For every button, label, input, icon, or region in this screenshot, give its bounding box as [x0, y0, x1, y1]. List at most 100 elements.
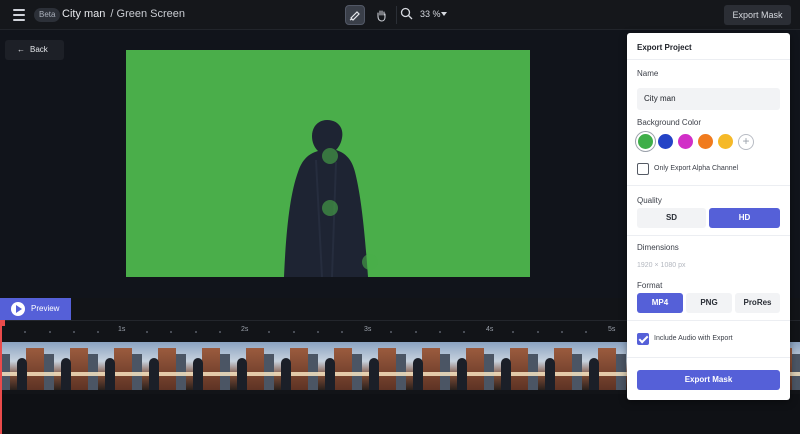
filmstrip-frame [352, 342, 396, 390]
empty-track[interactable] [0, 394, 800, 434]
filmstrip-frame [572, 342, 616, 390]
divider [627, 357, 790, 358]
hand-tool-button[interactable] [371, 5, 391, 25]
ruler-tick [537, 331, 539, 333]
include-audio-label: Include Audio with Export [654, 335, 733, 342]
ruler-label: 4s [486, 326, 494, 333]
hand-icon [376, 9, 386, 22]
brush-icon [349, 11, 360, 21]
filmstrip-frame [396, 342, 440, 390]
filmstrip-frame [88, 342, 132, 390]
ruler-label: 2s [241, 326, 249, 333]
ruler-tick [219, 331, 221, 333]
ruler-tick [439, 331, 441, 333]
filmstrip-frame [264, 342, 308, 390]
quality-sd-button[interactable]: SD [637, 208, 706, 228]
ruler-label: 3s [364, 326, 372, 333]
export-project-panel: Export Project Name City man Background … [627, 33, 790, 400]
playhead-handle[interactable] [0, 320, 5, 326]
page-name: / Green Screen [110, 8, 185, 20]
ruler-label: 5s [608, 326, 616, 333]
preview-label: Preview [31, 304, 60, 313]
mask-point[interactable] [362, 254, 378, 270]
color-swatch[interactable] [698, 134, 713, 149]
quality-label: Quality [637, 196, 662, 205]
back-button[interactable]: ← Back [5, 40, 64, 60]
panel-title: Export Project [637, 43, 692, 52]
app-window: Beta City man / Green Screen 33 % Export … [0, 0, 800, 434]
person-silhouette [284, 120, 368, 277]
divider [627, 320, 790, 321]
top-bar: Beta City man / Green Screen 33 % Export … [0, 0, 800, 30]
dimensions-label: Dimensions [637, 243, 679, 252]
format-prores-button[interactable]: ProRes [735, 293, 780, 313]
ruler-tick [73, 331, 75, 333]
preview-button[interactable]: Preview [0, 298, 71, 320]
include-audio-checkbox[interactable] [637, 333, 649, 345]
dimensions-value: 1920 × 1080 px [637, 262, 686, 269]
video-preview[interactable] [126, 50, 530, 277]
export-mask-button[interactable]: Export Mask [724, 5, 791, 25]
filmstrip-frame [0, 342, 44, 390]
ruler-tick [390, 331, 392, 333]
divider [627, 59, 790, 60]
ruler-tick [195, 331, 197, 333]
ruler-tick [512, 331, 514, 333]
arrow-left-icon: ← [17, 45, 25, 54]
toolbar-divider [396, 6, 397, 24]
filmstrip-frame [528, 342, 572, 390]
filmstrip-frame [792, 342, 800, 390]
format-label: Format [637, 281, 663, 290]
zoom-icon[interactable] [400, 7, 413, 25]
color-swatch[interactable] [718, 134, 733, 149]
ruler-tick [415, 331, 417, 333]
ruler-tick [49, 331, 51, 333]
export-mask-submit-button[interactable]: Export Mask [637, 370, 780, 390]
back-label: Back [30, 45, 48, 54]
filmstrip-frame [44, 342, 88, 390]
ruler-tick [170, 331, 172, 333]
color-swatch[interactable] [658, 134, 673, 149]
color-swatch[interactable] [638, 134, 653, 149]
divider [627, 185, 790, 186]
ruler-tick [146, 331, 148, 333]
format-mp4-button[interactable]: MP4 [637, 293, 683, 313]
ruler-tick [24, 331, 26, 333]
alpha-channel-checkbox[interactable] [637, 163, 649, 175]
background-color-label: Background Color [637, 118, 702, 127]
ruler-tick [97, 331, 99, 333]
ruler-tick [561, 331, 563, 333]
mask-brush-tool-button[interactable] [345, 5, 365, 25]
ruler-tick [293, 331, 295, 333]
mask-point[interactable] [322, 200, 338, 216]
project-name: City man [62, 8, 106, 20]
filmstrip-frame [220, 342, 264, 390]
alpha-channel-label: Only Export Alpha Channel [654, 165, 739, 172]
playhead[interactable] [0, 320, 2, 434]
name-field[interactable]: City man [637, 88, 780, 110]
project-title: City man / Green Screen [62, 8, 185, 20]
mask-point[interactable] [322, 148, 338, 164]
ruler-tick [585, 331, 587, 333]
ruler-tick [268, 331, 270, 333]
divider [627, 235, 790, 236]
menu-icon[interactable] [13, 9, 25, 21]
filmstrip-frame [176, 342, 220, 390]
chevron-down-icon[interactable] [441, 12, 447, 16]
beta-badge: Beta [34, 8, 61, 22]
ruler-tick [341, 331, 343, 333]
quality-hd-button[interactable]: HD [709, 208, 780, 228]
zoom-level[interactable]: 33 % [420, 9, 441, 19]
filmstrip-frame [440, 342, 484, 390]
ruler-label: 1s [118, 326, 126, 333]
name-label: Name [637, 69, 659, 78]
format-png-button[interactable]: PNG [686, 293, 732, 313]
filmstrip-frame [132, 342, 176, 390]
filmstrip-frame [484, 342, 528, 390]
color-swatch[interactable] [678, 134, 693, 149]
filmstrip-frame [308, 342, 352, 390]
play-icon [11, 302, 25, 316]
ruler-tick [317, 331, 319, 333]
add-color-icon[interactable]: + [738, 134, 754, 150]
ruler-tick [463, 331, 465, 333]
